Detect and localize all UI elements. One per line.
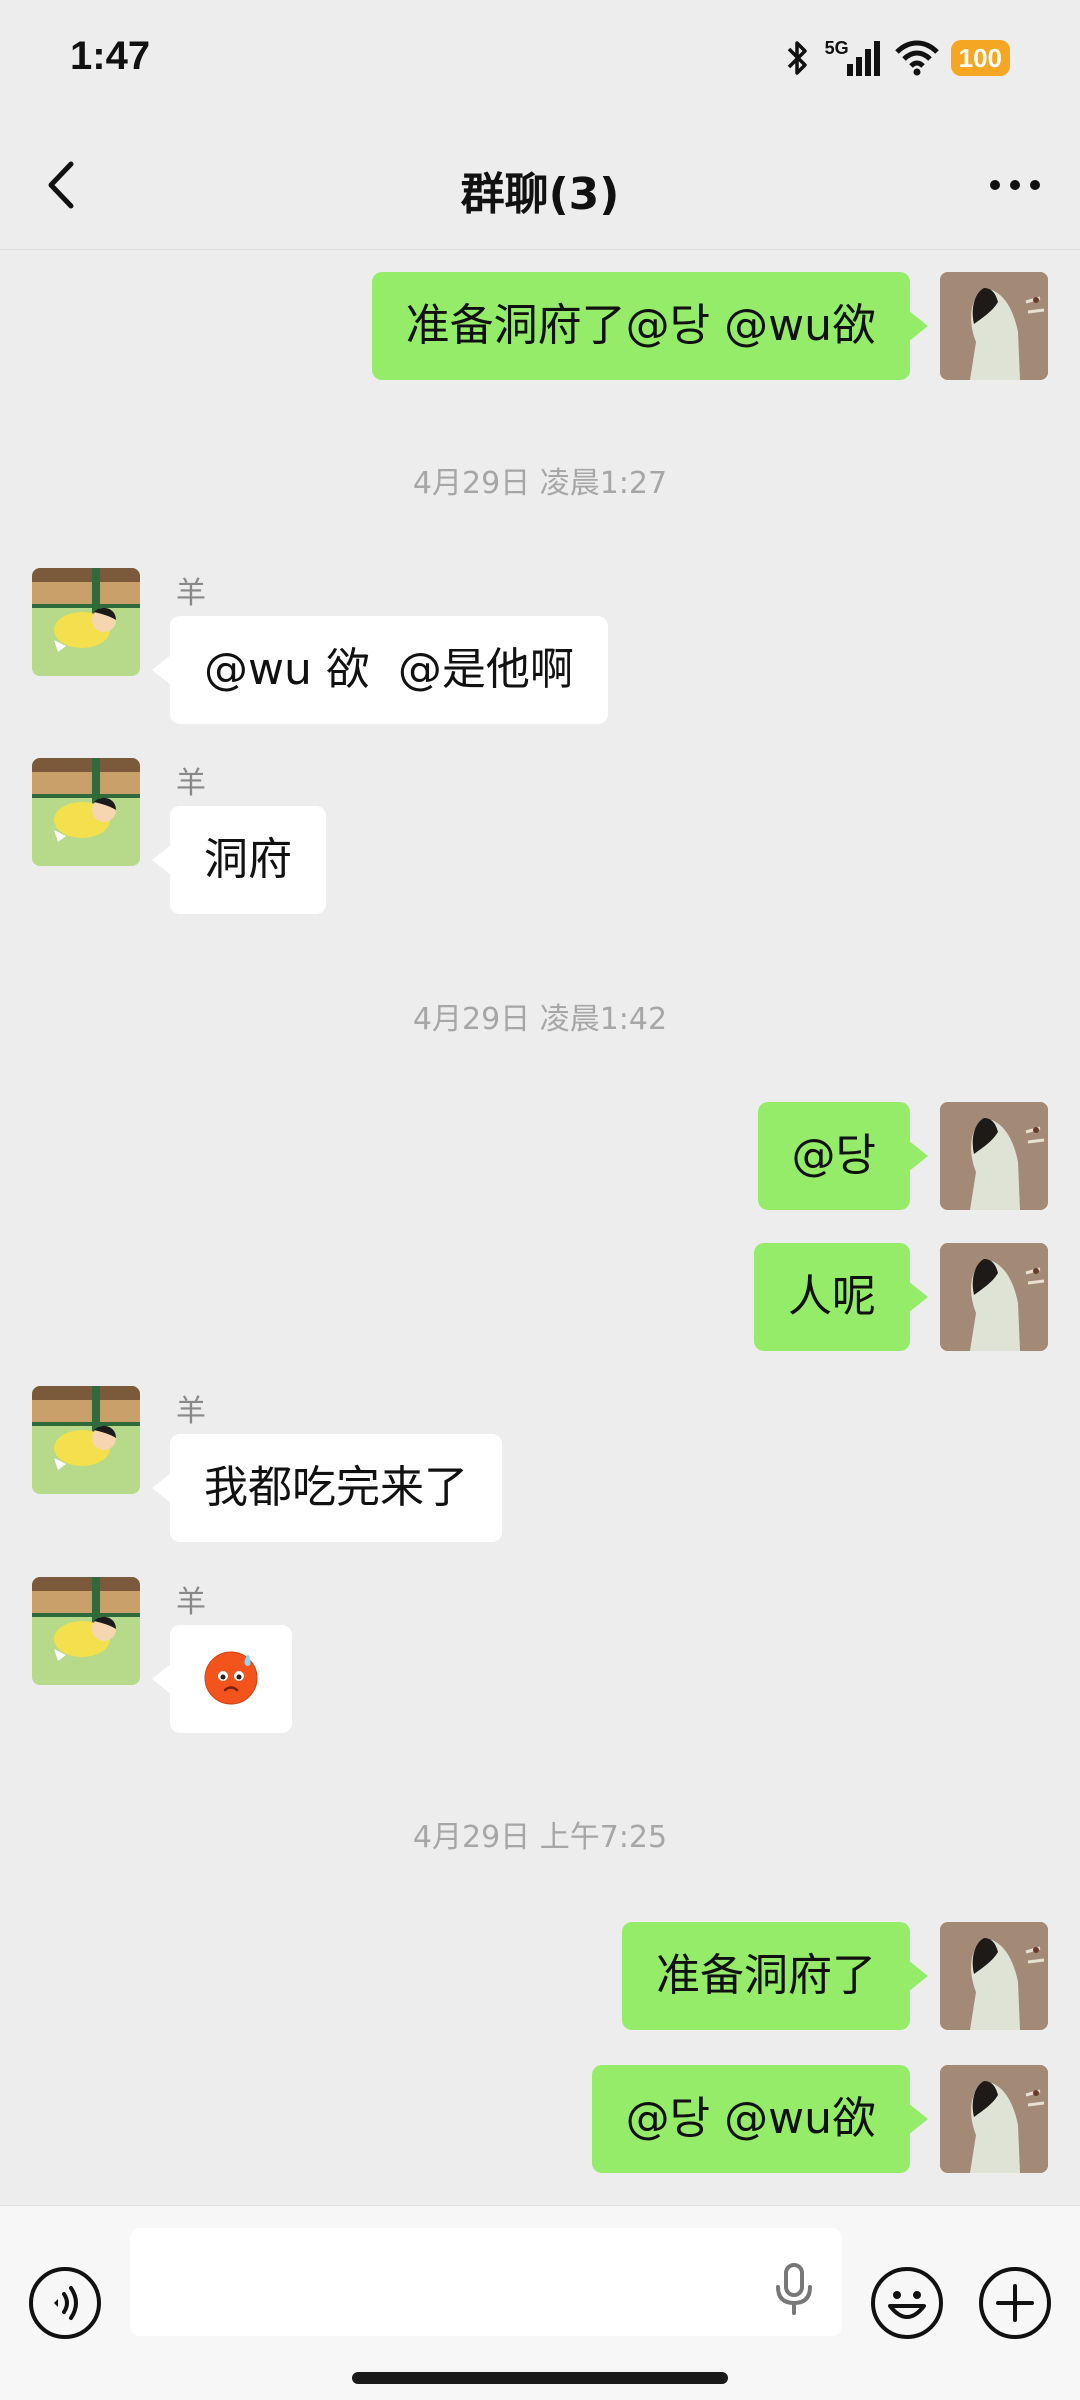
message-row-mine: 准备洞府了: [0, 1922, 1080, 2030]
message-bubble[interactable]: [152, 1625, 292, 1733]
message-row-mine: @당: [0, 1102, 1080, 1210]
message-row-mine: 人呢: [0, 1243, 1080, 1351]
my-avatar[interactable]: [940, 1102, 1048, 1210]
sender-name: 羊: [176, 576, 206, 611]
voice-icon[interactable]: [28, 2266, 102, 2340]
network-type: 5G: [824, 37, 849, 58]
sweat-face-emoji: [204, 1651, 258, 1705]
sender-avatar[interactable]: [32, 758, 140, 866]
message-bubble[interactable]: 准备洞府了: [622, 1922, 928, 2030]
my-avatar[interactable]: [940, 272, 1048, 380]
emoji-icon[interactable]: [870, 2266, 944, 2340]
message-row-theirs: 羊 我都吃完来了: [0, 1386, 1080, 1546]
timestamp: 4月29日 上午7:25: [412, 1820, 668, 1855]
battery-indicator: 100: [950, 40, 1010, 76]
sender-name: 羊: [176, 766, 206, 801]
sender-avatar[interactable]: [32, 1577, 140, 1685]
message-row-theirs: 羊 洞府: [0, 758, 1080, 918]
my-avatar[interactable]: [940, 1243, 1048, 1351]
message-bubble[interactable]: 准备洞府了@당 @wu欲: [371, 272, 929, 380]
message-bubble[interactable]: @당 @wu欲: [591, 2065, 929, 2173]
chat-title: 群聊(3): [460, 169, 620, 220]
bluetooth-icon: [787, 41, 807, 75]
status-time: 1:47: [70, 34, 151, 78]
more-dots-icon: [990, 180, 1040, 190]
message-row-mine: @당 @wu欲: [0, 2065, 1080, 2173]
message-row-theirs: 羊 @wu 欲 @是他啊: [0, 568, 1080, 728]
sender-avatar[interactable]: [32, 568, 140, 676]
chat-header: 群聊(3): [0, 120, 1080, 250]
message-input[interactable]: [130, 2228, 842, 2336]
more-button[interactable]: [980, 160, 1050, 210]
timestamp: 4月29日 凌晨1:27: [412, 466, 668, 501]
message-row-mine: 准备洞府了@당 @wu欲: [0, 272, 1080, 380]
message-bubble[interactable]: @wu 欲 @是他啊: [152, 616, 608, 724]
message-bubble[interactable]: 人呢: [754, 1243, 928, 1351]
wifi-icon: [894, 40, 939, 76]
signal-icon: [846, 41, 880, 76]
sender-name: 羊: [176, 1394, 206, 1429]
status-bar: 1:47 5G 100: [0, 0, 1080, 120]
my-avatar[interactable]: [940, 1922, 1048, 2030]
message-bubble[interactable]: 洞府: [152, 806, 326, 914]
microphone-icon[interactable]: [770, 2261, 818, 2317]
input-bar: [0, 2205, 1080, 2400]
timestamp: 4月29日 凌晨1:42: [412, 1002, 668, 1037]
message-row-theirs: 羊: [0, 1577, 1080, 1737]
status-icons: 5G 100: [783, 36, 1010, 80]
message-bubble[interactable]: 我都吃完来了: [152, 1434, 502, 1542]
message-bubble[interactable]: @당: [757, 1102, 929, 1210]
home-indicator[interactable]: [352, 2372, 728, 2384]
message-list[interactable]: 准备洞府了@당 @wu欲 4月29日 凌晨1:27 羊 @wu 欲 @是他啊 羊…: [0, 250, 1080, 2205]
sender-name: 羊: [176, 1585, 206, 1620]
my-avatar[interactable]: [940, 2065, 1048, 2173]
plus-icon[interactable]: [978, 2266, 1052, 2340]
sender-avatar[interactable]: [32, 1386, 140, 1494]
